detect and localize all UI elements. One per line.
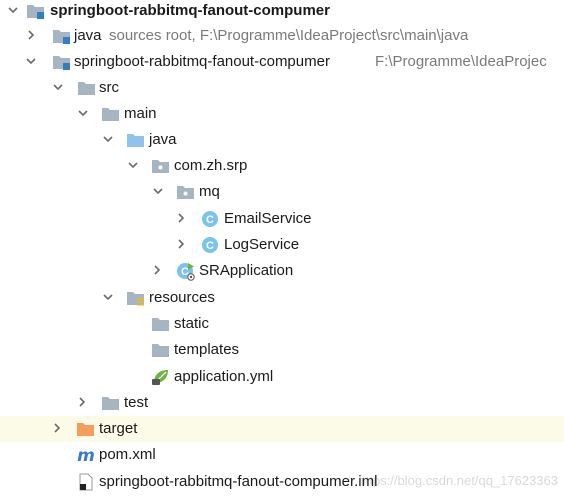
tree-label-mq: mq — [199, 183, 220, 200]
spring-yml-icon — [151, 364, 171, 390]
tree-row-log-service[interactable]: C LogService — [0, 232, 564, 258]
tree-row-pom[interactable]: m pom.xml — [0, 442, 564, 468]
tree-label-email-service: EmailService — [224, 210, 312, 227]
chevron-right-icon[interactable] — [174, 206, 188, 232]
tree-row-package[interactable]: com.zh.srp — [0, 153, 564, 179]
module-folder-icon — [52, 49, 72, 75]
tree-label-java: java — [149, 131, 177, 148]
tree-row-java-root[interactable]: java sources root, F:\Programme\IdeaProj… — [0, 23, 564, 49]
package-icon — [151, 153, 171, 179]
tree-row-main[interactable]: main — [0, 101, 564, 127]
tree-label-test: test — [124, 394, 149, 411]
chevron-down-icon[interactable] — [51, 75, 65, 101]
module-folder-icon — [26, 0, 46, 24]
svg-text:C: C — [206, 240, 214, 252]
package-icon — [176, 179, 196, 205]
tree-label-module: springboot-rabbitmq-fanout-compumer — [74, 53, 330, 70]
tree-row-mq[interactable]: mq — [0, 179, 564, 205]
tree-label-target: target — [99, 420, 138, 437]
chevron-right-icon[interactable] — [24, 23, 38, 49]
tree-label-application-yml: application.yml — [174, 368, 274, 385]
class-icon: C — [200, 206, 220, 232]
tree-row-templates[interactable]: templates — [0, 337, 564, 363]
tree-hint-module: F:\Programme\IdeaProjec — [375, 53, 547, 70]
watermark: https://blog.csdn.net/qq_17623363 — [358, 473, 559, 488]
chevron-right-icon[interactable] — [50, 416, 64, 442]
tree-row-java[interactable]: java — [0, 127, 564, 153]
folder-icon — [77, 75, 97, 101]
tree-label-root: springboot-rabbitmq-fanout-compumer — [50, 2, 330, 19]
iml-file-icon — [76, 469, 96, 495]
tree-label-java-root: java — [74, 27, 102, 44]
chevron-down-icon[interactable] — [76, 101, 90, 127]
tree-label-sr-application: SRApplication — [199, 262, 294, 279]
chevron-right-icon[interactable] — [174, 232, 188, 258]
folder-icon — [101, 101, 121, 127]
tree-label-src: src — [99, 79, 119, 96]
svg-text:C: C — [206, 214, 214, 226]
source-folder-icon — [126, 127, 146, 153]
resources-folder-icon — [126, 285, 146, 311]
tree-label-iml: springboot-rabbitmq-fanout-compumer.iml — [99, 473, 378, 490]
tree-row-module[interactable]: springboot-rabbitmq-fanout-compumer F:\P… — [0, 49, 564, 75]
tree-label-package: com.zh.srp — [174, 157, 248, 174]
svg-text:m: m — [77, 446, 95, 465]
folder-icon — [151, 337, 171, 363]
chevron-down-icon[interactable] — [126, 153, 140, 179]
tree-row-src[interactable]: src — [0, 75, 564, 101]
project-tree: springboot-rabbitmq-fanout-compumer java… — [0, 0, 564, 498]
tree-row-sr-application[interactable]: C SRApplication — [0, 258, 564, 284]
tree-label-resources: resources — [149, 289, 215, 306]
folder-icon — [151, 311, 171, 337]
tree-row-target[interactable]: target — [0, 416, 564, 442]
chevron-down-icon[interactable] — [151, 179, 165, 205]
tree-row-static[interactable]: static — [0, 311, 564, 337]
tree-row-test[interactable]: test — [0, 390, 564, 416]
tree-row-root[interactable]: springboot-rabbitmq-fanout-compumer — [0, 0, 564, 24]
source-folder-icon — [52, 23, 72, 49]
tree-row-email-service[interactable]: C EmailService — [0, 206, 564, 232]
chevron-right-icon[interactable] — [75, 390, 89, 416]
folder-icon — [101, 390, 121, 416]
excluded-folder-icon — [76, 416, 96, 442]
maven-icon: m — [76, 442, 96, 468]
chevron-down-icon[interactable] — [24, 49, 38, 75]
tree-label-main: main — [124, 105, 157, 122]
class-icon: C — [200, 232, 220, 258]
tree-label-static: static — [174, 315, 210, 332]
chevron-down-icon[interactable] — [101, 127, 115, 153]
tree-label-templates: templates — [174, 341, 240, 358]
tree-hint-java-root: sources root, F:\Programme\IdeaProject\s… — [109, 27, 469, 44]
tree-row-resources[interactable]: resources — [0, 285, 564, 311]
chevron-right-icon[interactable] — [150, 258, 164, 284]
tree-label-log-service: LogService — [224, 236, 300, 253]
chevron-down-icon[interactable] — [6, 0, 20, 24]
spring-boot-class-icon: C — [176, 258, 196, 284]
tree-row-application-yml[interactable]: application.yml — [0, 364, 564, 390]
tree-label-pom: pom.xml — [99, 446, 156, 463]
chevron-down-icon[interactable] — [101, 285, 115, 311]
